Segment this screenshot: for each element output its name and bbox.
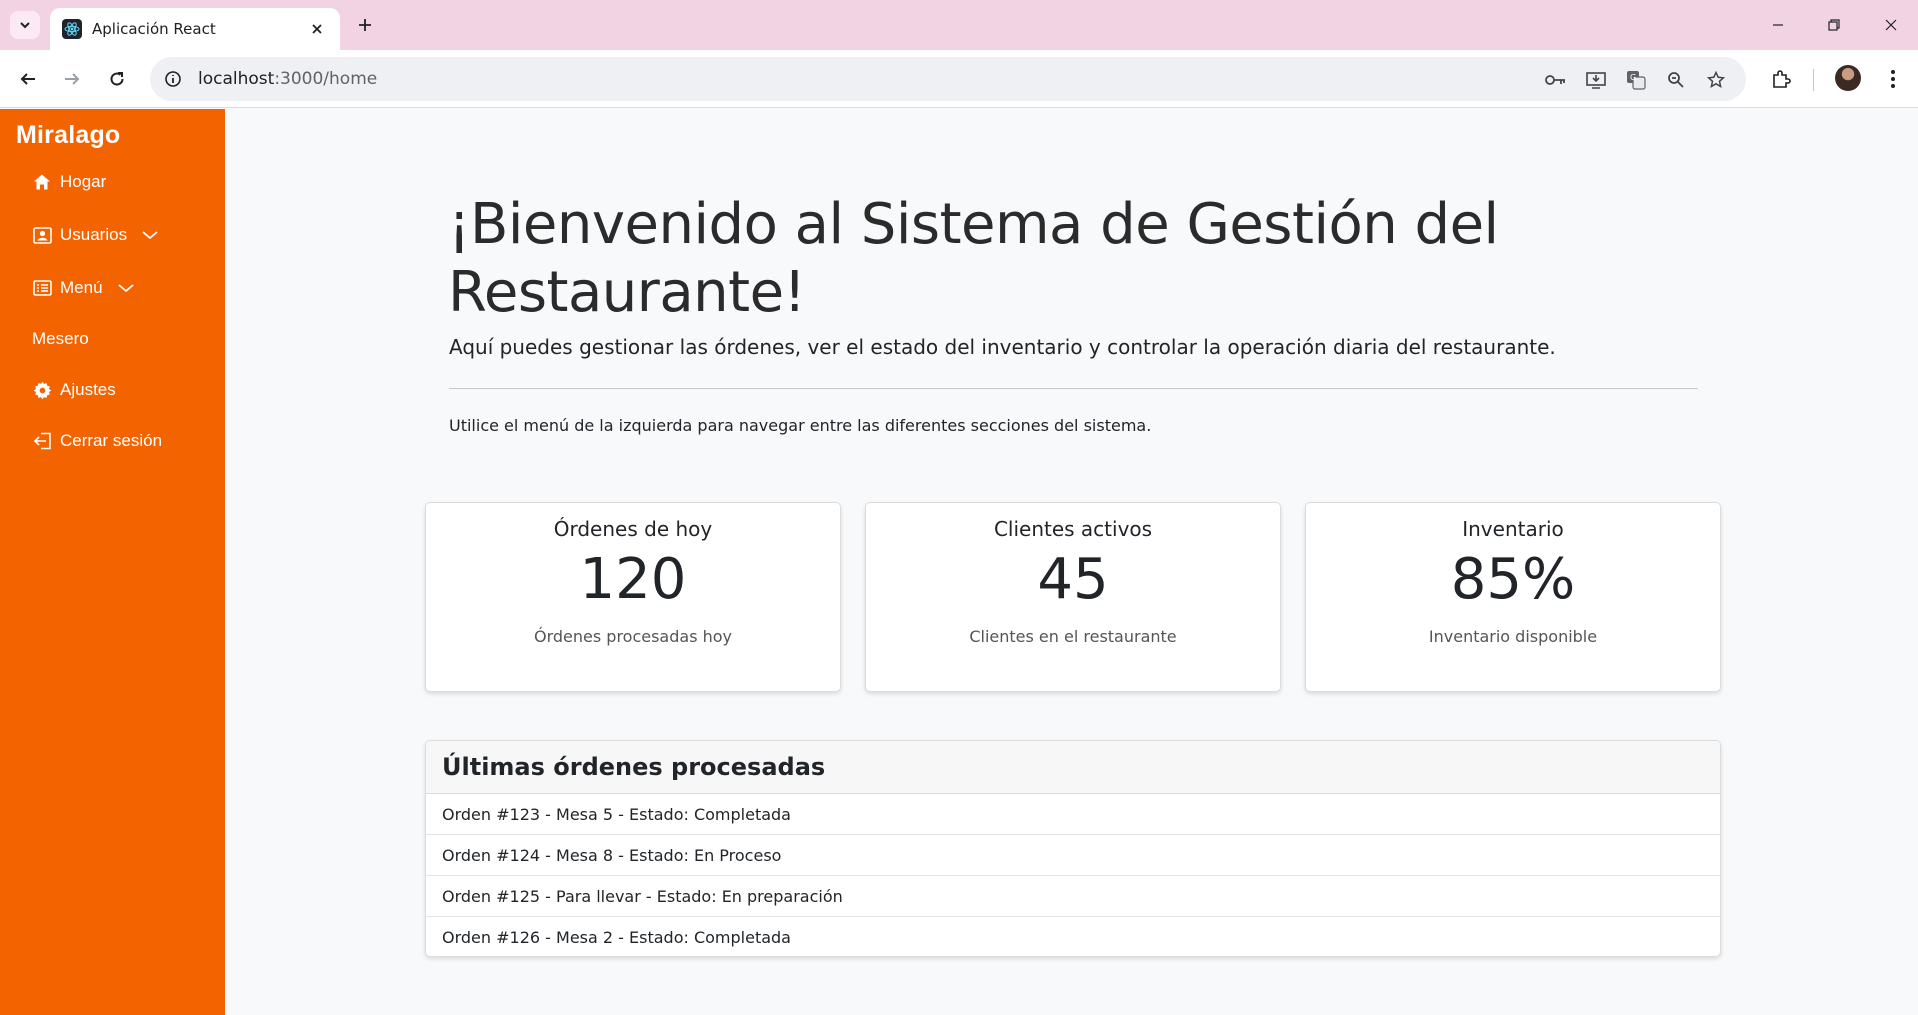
sidebar: Miralago Hogar Usuarios Menú Mesero Ajus… (0, 109, 225, 1015)
card-title: Órdenes de hoy (553, 517, 713, 541)
restore-icon (1828, 19, 1840, 31)
minimize-button[interactable] (1758, 10, 1798, 40)
bookmark-star-icon[interactable] (1704, 68, 1728, 92)
minimize-icon (1773, 24, 1783, 26)
restore-button[interactable] (1814, 10, 1854, 40)
card-title: Inventario (1462, 517, 1564, 541)
tab-title: Aplicación React (92, 20, 216, 38)
tab-search-button[interactable] (10, 11, 40, 39)
chevron-down-icon[interactable] (141, 229, 159, 241)
card-value: 120 (579, 547, 687, 612)
arrow-left-icon (20, 73, 35, 85)
order-list-item[interactable]: Orden #126 - Mesa 2 - Estado: Completada (426, 917, 1720, 956)
zoom-icon[interactable] (1664, 68, 1688, 92)
url-host: localhost (198, 69, 275, 89)
order-list-item[interactable]: Orden #125 - Para llevar - Estado: En pr… (426, 876, 1720, 917)
card-title: Clientes activos (993, 517, 1153, 541)
browser-toolbar: localhost:3000/home G (0, 50, 1918, 108)
toolbar-divider (1813, 69, 1814, 91)
stat-card-inventario: Inventario 85% Inventario disponible (1305, 502, 1721, 692)
puzzle-icon (1773, 70, 1791, 88)
browser-tab-strip: Aplicación React (0, 0, 1918, 50)
sidebar-item-menu[interactable]: Menú (32, 273, 135, 303)
sidebar-item-hogar[interactable]: Hogar (32, 167, 106, 197)
sidebar-item-label: Ajustes (60, 380, 116, 399)
order-list-item[interactable]: Orden #123 - Mesa 5 - Estado: Completada (426, 794, 1720, 835)
site-info-icon[interactable] (162, 68, 184, 90)
back-button[interactable] (12, 63, 44, 95)
sidebar-item-ajustes[interactable]: Ajustes (32, 375, 116, 405)
order-list-item[interactable]: Orden #124 - Mesa 8 - Estado: En Proceso (426, 835, 1720, 876)
sidebar-item-label: Hogar (60, 172, 107, 191)
forward-button[interactable] (56, 63, 88, 95)
recent-orders-panel: Últimas órdenes procesadas Orden #123 - … (425, 740, 1721, 957)
brand-logo[interactable]: Miralago (16, 121, 120, 150)
navigation-hint: Utilice el menú de la izquierda para nav… (449, 416, 1152, 435)
reload-icon (110, 72, 124, 86)
home-icon (32, 172, 52, 192)
close-icon (1885, 19, 1897, 31)
page-title: ¡Bienvenido al Sistema de Gestión del Re… (448, 192, 1499, 325)
svg-text:G: G (1630, 73, 1636, 82)
recent-orders-header: Últimas órdenes procesadas (426, 741, 1720, 794)
chevron-down-icon[interactable] (117, 282, 135, 294)
menu-list-icon (32, 278, 52, 298)
sidebar-item-label: Cerrar sesión (60, 431, 163, 450)
install-app-icon[interactable] (1584, 68, 1608, 92)
url-path: :3000/home (274, 69, 378, 89)
section-divider (449, 388, 1698, 389)
plus-icon (359, 19, 371, 31)
browser-tab[interactable]: Aplicación React (50, 8, 340, 50)
card-text: Inventario disponible (1428, 627, 1598, 646)
page-lead: Aquí puedes gestionar las órdenes, ver e… (449, 335, 1556, 359)
extensions-button[interactable] (1766, 64, 1796, 94)
arrow-right-icon (65, 73, 80, 85)
address-bar[interactable]: localhost:3000/home G (150, 57, 1746, 101)
close-tab-icon[interactable] (306, 18, 328, 40)
sidebar-item-usuarios[interactable]: Usuarios (32, 220, 159, 250)
browser-menu-button[interactable] (1878, 64, 1908, 94)
sidebar-item-label: Mesero (32, 329, 89, 348)
card-value: 45 (1037, 547, 1109, 612)
card-value: 85% (1450, 547, 1576, 612)
url-text[interactable]: localhost:3000/home (198, 69, 377, 89)
stat-card-ordenes: Órdenes de hoy 120 Órdenes procesadas ho… (425, 502, 841, 692)
sidebar-item-cerrar-sesion[interactable]: Cerrar sesión (32, 426, 162, 456)
password-key-icon[interactable] (1544, 68, 1568, 92)
chevron-down-icon (20, 22, 30, 29)
gear-icon (32, 380, 52, 400)
main-content: ¡Bienvenido al Sistema de Gestión del Re… (225, 109, 1918, 1015)
react-logo-icon (62, 19, 82, 39)
reload-button[interactable] (101, 63, 133, 95)
close-window-button[interactable] (1871, 10, 1911, 40)
user-card-icon (32, 225, 52, 245)
sidebar-item-mesero[interactable]: Mesero (32, 324, 89, 354)
logout-icon (32, 431, 52, 451)
sidebar-item-label: Menú (60, 278, 103, 297)
more-vertical-icon (1891, 70, 1895, 88)
card-text: Órdenes procesadas hoy (533, 627, 733, 646)
stat-card-clientes: Clientes activos 45 Clientes en el resta… (865, 502, 1281, 692)
sidebar-item-label: Usuarios (60, 225, 128, 244)
new-tab-button[interactable] (352, 12, 378, 38)
translate-icon[interactable]: G (1624, 68, 1648, 92)
profile-avatar[interactable] (1835, 65, 1861, 91)
card-text: Clientes en el restaurante (969, 627, 1177, 646)
